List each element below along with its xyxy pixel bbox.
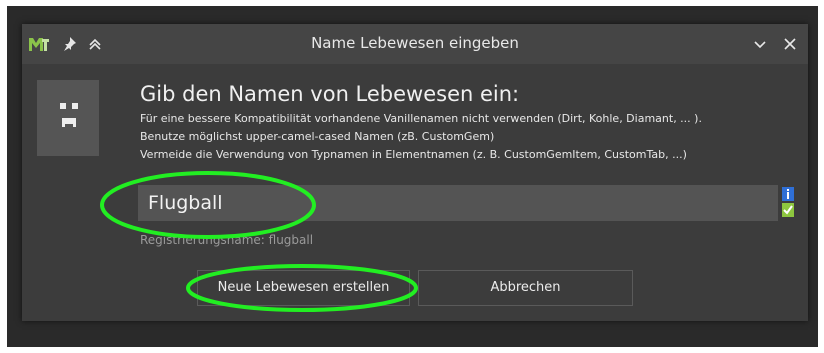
- info-line-camel-case: Benutze möglichst upper-camel-cased Name…: [140, 130, 495, 143]
- checkmark-icon: [782, 203, 794, 217]
- cancel-button[interactable]: Abbrechen: [418, 270, 633, 306]
- create-entity-button[interactable]: Neue Lebewesen erstellen: [197, 270, 410, 306]
- dialog-heading: Gib den Namen von Lebewesen ein:: [140, 82, 520, 106]
- info-icon: [782, 187, 794, 201]
- close-icon: [784, 38, 796, 50]
- info-line-type-names: Vermeide die Verwendung von Typnamen in …: [140, 148, 687, 161]
- name-entity-dialog: Name Lebewesen eingeben Gib den Namen vo…: [22, 24, 808, 321]
- entity-name-input[interactable]: [138, 185, 778, 221]
- entity-avatar: [37, 80, 99, 156]
- title-bar[interactable]: Name Lebewesen eingeben: [22, 24, 808, 64]
- chevron-down-icon: [754, 41, 766, 49]
- registry-name-label: Registrierungsname: flugball: [140, 233, 314, 247]
- validation-status: [782, 185, 794, 221]
- close-button[interactable]: [780, 33, 800, 55]
- entity-face-icon: [60, 103, 78, 127]
- info-line-vanilla-names: Für eine bessere Kompatibilität vorhande…: [140, 112, 702, 125]
- window-title: Name Lebewesen eingeben: [311, 34, 519, 52]
- minimize-button[interactable]: [750, 33, 770, 55]
